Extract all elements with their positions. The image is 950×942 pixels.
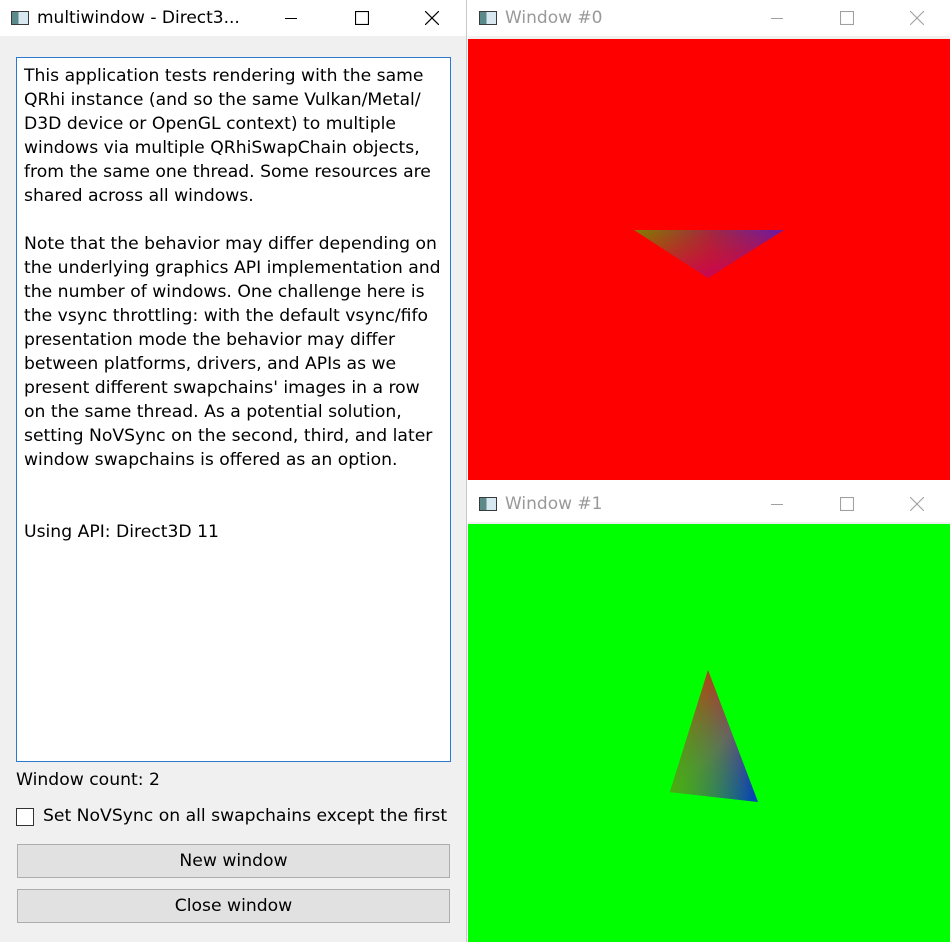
novsync-checkbox-row[interactable]: Set NoVSync on all swapchains except the…	[16, 806, 447, 826]
close-window-button[interactable]: Close window	[17, 889, 450, 923]
main-window: multiwindow - Direct3... This applicatio…	[0, 0, 467, 942]
window-count-label: Window count: 2	[16, 770, 160, 790]
window-0-title: Window #0	[505, 8, 603, 28]
app-window-icon	[479, 11, 497, 25]
window-0-title-bar[interactable]: Window #0	[468, 0, 950, 36]
render-window-0: Window #0	[468, 0, 950, 480]
new-window-button[interactable]: New window	[17, 844, 450, 878]
window-1-title-bar[interactable]: Window #1	[468, 486, 950, 522]
rendered-triangle-1	[670, 670, 758, 802]
window-1-title: Window #1	[505, 494, 603, 514]
render-canvas-1[interactable]	[468, 524, 950, 942]
app-window-icon	[11, 11, 29, 25]
description-text-box[interactable]: This application tests rendering with th…	[16, 57, 451, 762]
app-window-icon	[479, 497, 497, 511]
main-title-bar[interactable]: multiwindow - Direct3...	[0, 0, 466, 36]
rendered-triangle-0	[634, 230, 784, 278]
description-paragraph: This application tests rendering with th…	[24, 66, 431, 206]
description-paragraph: Note that the behavior may differ depend…	[24, 234, 441, 470]
render-canvas-0[interactable]	[468, 39, 950, 480]
render-window-1: Window #1	[468, 486, 950, 942]
main-window-title: multiwindow - Direct3...	[37, 8, 240, 28]
novsync-checkbox[interactable]	[16, 807, 34, 826]
api-info-text: Using API: Direct3D 11	[24, 522, 219, 542]
novsync-checkbox-label[interactable]: Set NoVSync on all swapchains except the…	[43, 806, 447, 826]
